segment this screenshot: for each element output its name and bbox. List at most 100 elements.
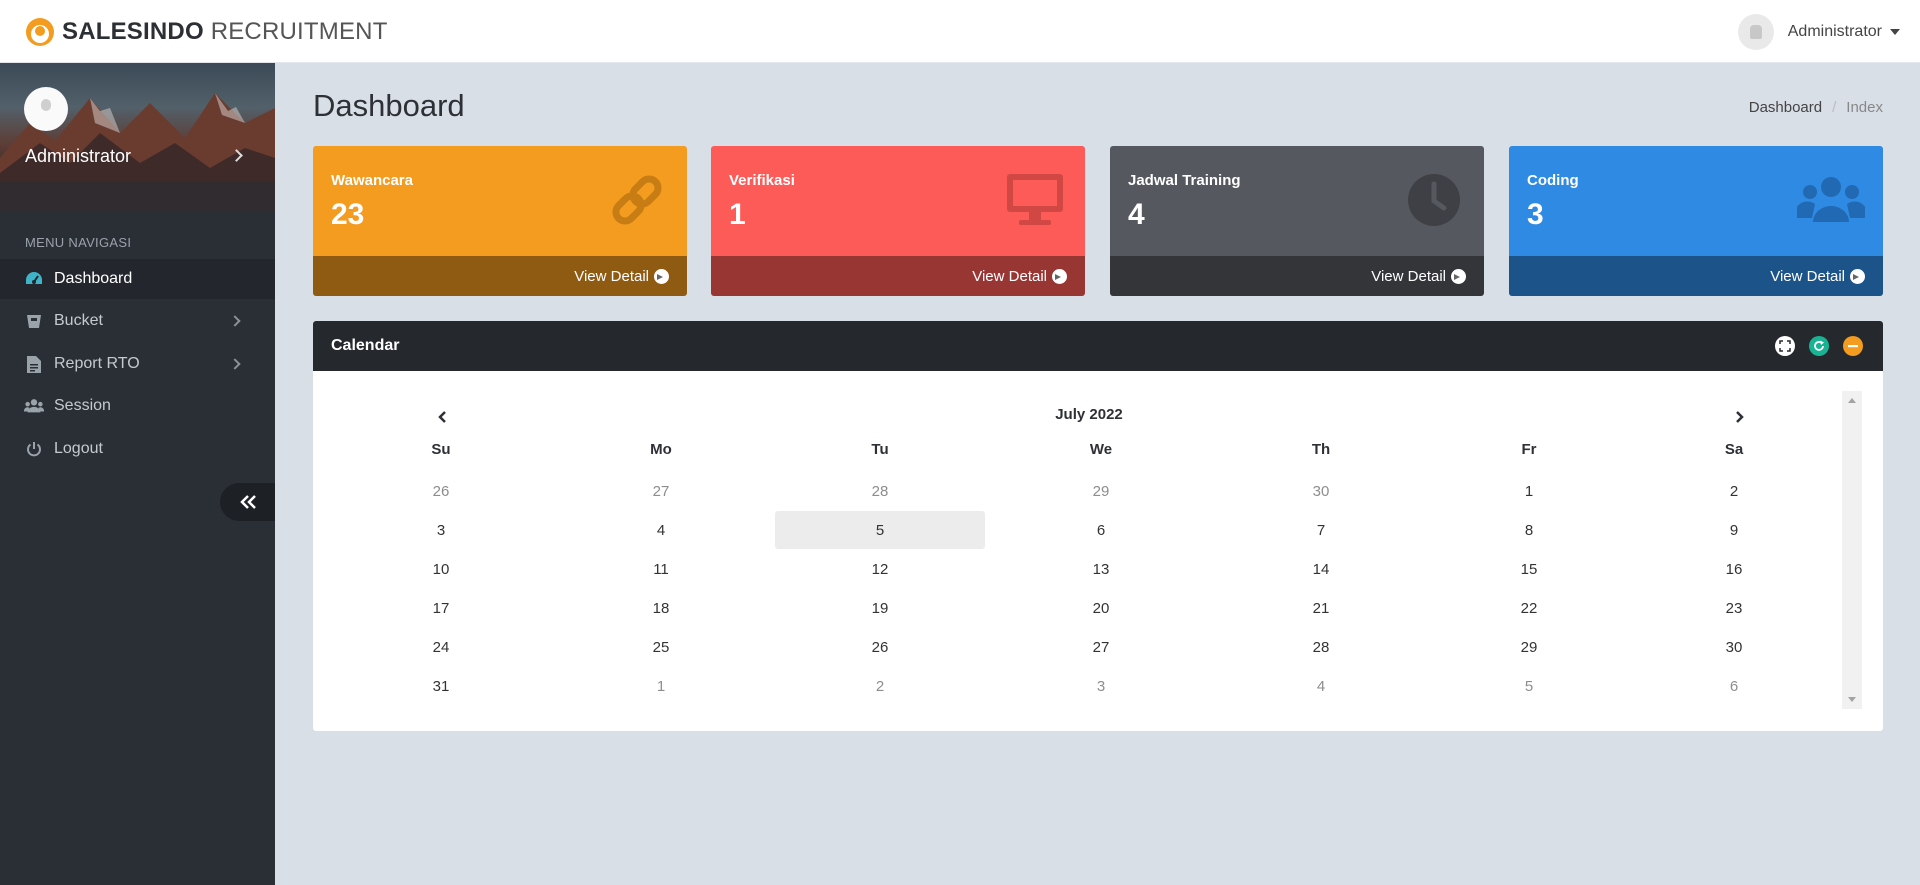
panel-title: Calendar <box>331 337 400 354</box>
collapse-sidebar-button[interactable] <box>220 483 275 521</box>
brand[interactable]: SALESINDO RECRUITMENT <box>24 16 388 48</box>
calendar-month-label[interactable]: July 2022 <box>313 406 1865 423</box>
refresh-button[interactable] <box>1809 336 1829 356</box>
calendar: July 2022 Su Mo Tu We Th Fr Sa 26 27 28 29 30 1 2 3 4 5 6… <box>313 371 1883 731</box>
calendar-day[interactable]: 14 <box>1216 550 1426 588</box>
calendar-day[interactable]: 29 <box>1429 628 1629 666</box>
calendar-day[interactable]: 1 <box>556 667 766 705</box>
card-body: Jadwal Training 4 <box>1110 146 1484 256</box>
stat-card-verifikasi: Verifikasi 1 View Detail <box>711 146 1085 296</box>
calendar-panel: Calendar July 2022 Su Mo Tu We Th Fr Sa 26 27 28 2… <box>313 321 1883 731</box>
calendar-day[interactable]: 9 <box>1634 511 1834 549</box>
stat-card-coding: Coding 3 View Detail <box>1509 146 1883 296</box>
view-detail-link[interactable]: View Detail <box>1509 256 1883 296</box>
calendar-day[interactable]: 2 <box>1634 472 1834 510</box>
calendar-day[interactable]: 31 <box>336 667 546 705</box>
view-detail-link[interactable]: View Detail <box>711 256 1085 296</box>
arrow-circle-right-icon <box>1451 268 1466 284</box>
view-detail-link[interactable]: View Detail <box>313 256 687 296</box>
calendar-day[interactable]: 27 <box>996 628 1206 666</box>
day-of-week-header: Su <box>431 440 451 458</box>
breadcrumb-separator: / <box>1832 99 1837 116</box>
calendar-day[interactable]: 22 <box>1429 589 1629 627</box>
clock-icon <box>1408 174 1460 226</box>
calendar-day[interactable]: 7 <box>1216 511 1426 549</box>
view-detail-label: View Detail <box>972 267 1047 285</box>
calendar-day[interactable]: 11 <box>556 550 766 588</box>
calendar-day[interactable]: 25 <box>556 628 766 666</box>
sidebar-item-label: Logout <box>54 440 103 457</box>
arrow-circle-right-icon <box>1052 268 1067 284</box>
sidebar-item-bucket[interactable]: Bucket <box>0 301 275 341</box>
minus-icon <box>1848 345 1858 348</box>
scrollbar[interactable] <box>1842 391 1862 709</box>
scroll-down-arrow-icon[interactable] <box>1848 697 1856 702</box>
card-title: Wawancara <box>331 172 413 189</box>
calendar-day[interactable]: 6 <box>996 511 1206 549</box>
scroll-up-arrow-icon[interactable] <box>1848 398 1856 403</box>
day-of-week-header: Mo <box>650 440 672 458</box>
calendar-day[interactable]: 28 <box>775 472 985 510</box>
calendar-day[interactable]: 4 <box>556 511 766 549</box>
scroll-thumb[interactable] <box>1844 411 1860 689</box>
view-detail-label: View Detail <box>574 267 649 285</box>
sidebar-item-logout[interactable]: Logout <box>0 429 275 469</box>
fullscreen-button[interactable] <box>1775 336 1795 356</box>
refresh-icon <box>1814 340 1824 351</box>
chevron-right-icon[interactable] <box>1731 409 1747 425</box>
calendar-day[interactable]: 6 <box>1634 667 1834 705</box>
calendar-day[interactable]: 5 <box>1429 667 1629 705</box>
sidebar-item-dashboard[interactable]: Dashboard <box>0 259 275 299</box>
chevron-right-icon <box>229 315 241 327</box>
stat-card-jadwal-training: Jadwal Training 4 View Detail <box>1110 146 1484 296</box>
calendar-day[interactable]: 28 <box>1216 628 1426 666</box>
calendar-day[interactable]: 2 <box>775 667 985 705</box>
calendar-day[interactable]: 26 <box>336 472 546 510</box>
calendar-day[interactable]: 30 <box>1216 472 1426 510</box>
sidebar-item-report-rto[interactable]: Report RTO <box>0 344 275 384</box>
card-title: Jadwal Training <box>1128 172 1241 189</box>
profile-background <box>0 93 275 211</box>
calendar-day[interactable]: 18 <box>556 589 766 627</box>
sidebar-profile[interactable]: Administrator <box>0 63 275 211</box>
calendar-day[interactable]: 3 <box>336 511 546 549</box>
calendar-day[interactable]: 21 <box>1216 589 1426 627</box>
brand-name: SALESINDO RECRUITMENT <box>62 18 388 45</box>
breadcrumb-home[interactable]: Dashboard <box>1749 99 1822 116</box>
calendar-day[interactable]: 10 <box>336 550 546 588</box>
card-value: 1 <box>729 198 746 231</box>
sidebar-item-label: Dashboard <box>54 270 133 287</box>
calendar-day[interactable]: 26 <box>775 628 985 666</box>
calendar-day[interactable]: 12 <box>775 550 985 588</box>
calendar-day[interactable]: 5 <box>775 511 985 549</box>
day-of-week-header: Th <box>1311 440 1331 458</box>
calendar-day[interactable]: 19 <box>775 589 985 627</box>
brand-logo-icon <box>26 18 54 46</box>
calendar-day[interactable]: 4 <box>1216 667 1426 705</box>
avatar <box>24 87 68 131</box>
calendar-day[interactable]: 27 <box>556 472 766 510</box>
calendar-day[interactable]: 20 <box>996 589 1206 627</box>
view-detail-label: View Detail <box>1371 267 1446 285</box>
calendar-day[interactable]: 29 <box>996 472 1206 510</box>
calendar-day[interactable]: 1 <box>1429 472 1629 510</box>
calendar-day[interactable]: 23 <box>1634 589 1834 627</box>
calendar-day[interactable]: 3 <box>996 667 1206 705</box>
card-value: 23 <box>331 198 365 231</box>
monitor-icon <box>1007 174 1063 225</box>
calendar-panel-header: Calendar <box>313 321 1883 371</box>
calendar-day[interactable]: 30 <box>1634 628 1834 666</box>
calendar-day[interactable]: 13 <box>996 550 1206 588</box>
day-of-week-header: Sa <box>1724 440 1744 458</box>
calendar-day[interactable]: 8 <box>1429 511 1629 549</box>
sidebar-item-session[interactable]: Session <box>0 386 275 426</box>
users-icon <box>1797 177 1865 222</box>
view-detail-link[interactable]: View Detail <box>1110 256 1484 296</box>
calendar-day[interactable]: 17 <box>336 589 546 627</box>
calendar-day[interactable]: 15 <box>1429 550 1629 588</box>
user-menu[interactable]: Administrator <box>1737 14 1900 50</box>
calendar-day[interactable]: 24 <box>336 628 546 666</box>
calendar-day[interactable]: 16 <box>1634 550 1834 588</box>
arrow-circle-right-icon <box>1850 268 1865 284</box>
minimize-button[interactable] <box>1843 336 1863 356</box>
